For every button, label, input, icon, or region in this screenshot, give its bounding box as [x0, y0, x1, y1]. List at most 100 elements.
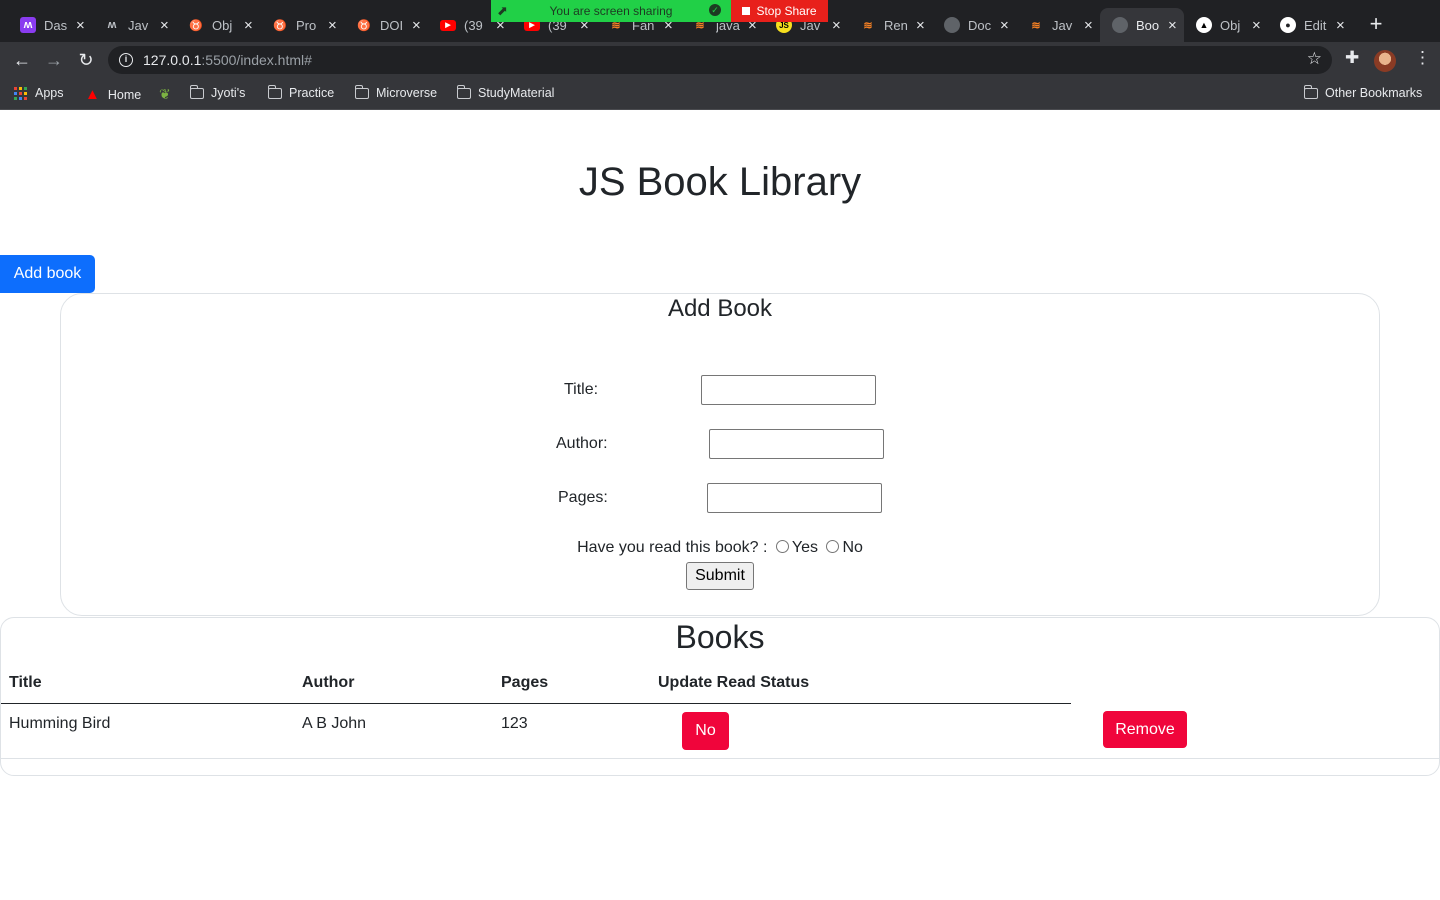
bookmark-folder-microverse[interactable]: Microverse	[354, 84, 438, 100]
bookmark-label: Home	[107, 87, 142, 102]
stop-icon	[742, 7, 751, 15]
bookmark-label: Jyoti's	[211, 86, 246, 100]
tab-objects-2[interactable]: ▲ Obj ×	[1184, 8, 1268, 42]
tab-javascript[interactable]: ʍ Jav ×	[92, 8, 176, 42]
fox-icon: ♉	[273, 19, 287, 32]
tab-label: Jav	[1052, 17, 1073, 33]
graduation-cap-icon: ▲	[1196, 17, 1212, 33]
tab-dom[interactable]: ♉ DOI ×	[344, 8, 428, 42]
tab-book-library[interactable]: Boo ×	[1100, 8, 1184, 42]
url-text[interactable]: 127.0.0.1:5500/index.html#	[143, 52, 312, 68]
share-arrow-icon: ⬈	[497, 3, 508, 18]
read-no-radio[interactable]	[826, 540, 840, 553]
adobe-icon: ▲	[85, 86, 100, 103]
author-input[interactable]	[709, 429, 884, 459]
menu-kebab-icon[interactable]: ⋮	[1414, 48, 1431, 68]
youtube-icon: ▶	[440, 19, 456, 31]
tab-label: Boo	[1136, 17, 1160, 33]
stop-share-button[interactable]: Stop Share	[731, 0, 828, 22]
site-info-icon[interactable]: i	[119, 53, 133, 67]
fox-icon: ♉	[189, 19, 203, 32]
add-book-button[interactable]: Add book	[0, 255, 95, 293]
cell-title: Humming Bird	[9, 715, 111, 732]
folder-icon	[267, 84, 282, 99]
tab-stackoverflow-3[interactable]: ≋ Ren ×	[848, 8, 932, 42]
close-icon[interactable]: ×	[1084, 17, 1093, 34]
tab-label: Das	[44, 17, 68, 33]
cell-pages: 123	[501, 715, 528, 732]
url-path: :5500/index.html#	[201, 52, 312, 68]
shield-icon: ✓	[709, 4, 721, 16]
read-yes-radio[interactable]	[775, 540, 789, 553]
m-logo-icon: ʍ	[107, 19, 117, 31]
bookmark-home[interactable]: ▲ Home	[85, 86, 141, 103]
toggle-read-status-button[interactable]: No	[682, 712, 729, 750]
close-icon[interactable]: ×	[1168, 17, 1177, 34]
books-heading: Books	[675, 619, 765, 655]
tab-prototypes[interactable]: ♉ Pro ×	[260, 8, 344, 42]
close-icon[interactable]: ×	[244, 17, 253, 34]
tab-github[interactable]: ● Edit ×	[1268, 8, 1352, 42]
globe-icon	[944, 17, 960, 33]
author-label: Author:	[556, 435, 608, 452]
extensions-puzzle-icon[interactable]: ✚	[1345, 48, 1359, 68]
bookmark-leaf[interactable]: ❦	[159, 86, 171, 103]
sharing-indicator: ⬈ You are screen sharing ✓	[491, 0, 731, 22]
folder-icon	[189, 84, 204, 99]
tab-label: Doc	[968, 17, 992, 33]
bookmark-folder-jyotis[interactable]: Jyoti's	[189, 84, 246, 100]
close-icon[interactable]: ×	[832, 17, 841, 34]
remove-book-button[interactable]: Remove	[1103, 711, 1187, 748]
tab-label: Edit	[1304, 17, 1327, 33]
tab-label: Obj	[212, 17, 233, 33]
tab-label: Ren	[884, 17, 908, 33]
title-label: Title:	[564, 381, 599, 398]
bookmark-folder-studymaterial[interactable]: StudyMaterial	[456, 84, 554, 100]
bookmark-other-bookmarks[interactable]: Other Bookmarks	[1303, 84, 1422, 100]
github-icon: ●	[1280, 17, 1296, 33]
tab-document[interactable]: Doc ×	[932, 8, 1016, 42]
screen-share-banner: ⬈ You are screen sharing ✓ Stop Share	[491, 0, 828, 22]
close-icon[interactable]: ×	[328, 17, 337, 34]
bookmark-star-icon[interactable]: ☆	[1307, 49, 1322, 69]
bookmark-label: Microverse	[376, 86, 438, 100]
bookmark-label: Practice	[289, 86, 335, 100]
close-icon[interactable]: ×	[412, 17, 421, 34]
globe-icon	[1112, 17, 1128, 33]
browser-toolbar: ← → ↻ i 127.0.0.1:5500/index.html# ☆ ✚ ⋮	[0, 42, 1440, 78]
stop-share-label: Stop Share	[756, 4, 817, 18]
close-icon[interactable]: ×	[76, 17, 85, 34]
title-input[interactable]	[701, 375, 876, 405]
tab-label: Obj	[1220, 17, 1241, 33]
close-icon[interactable]: ×	[916, 17, 925, 34]
back-arrow-icon[interactable]: ←	[9, 47, 35, 73]
new-tab-button[interactable]: +	[1364, 12, 1388, 36]
tab-objects[interactable]: ♉ Obj ×	[176, 8, 260, 42]
column-header-read-status: Update Read Status	[658, 674, 810, 691]
folder-icon	[354, 84, 369, 99]
close-icon[interactable]: ×	[160, 17, 169, 34]
tab-label: Pro	[296, 17, 317, 33]
forward-arrow-icon[interactable]: →	[41, 47, 67, 73]
profile-avatar[interactable]	[1374, 50, 1396, 72]
pages-input[interactable]	[707, 483, 882, 513]
reload-icon[interactable]: ↻	[73, 47, 99, 73]
submit-button[interactable]: Submit	[686, 562, 754, 590]
close-icon[interactable]: ×	[1252, 17, 1261, 34]
bookmark-apps[interactable]: Apps	[14, 86, 64, 100]
stackoverflow-icon: ≋	[1031, 19, 1041, 32]
sharing-text: You are screen sharing	[549, 4, 673, 18]
close-icon[interactable]: ×	[1336, 17, 1345, 34]
pages-label: Pages:	[558, 489, 608, 506]
bookmark-folder-practice[interactable]: Practice	[267, 84, 335, 100]
column-header-pages: Pages	[501, 674, 549, 691]
url-host: 127.0.0.1	[143, 52, 202, 68]
read-no-label[interactable]: No	[842, 539, 862, 556]
tab-stackoverflow-4[interactable]: ≋ Jav ×	[1016, 8, 1100, 42]
address-bar[interactable]: i 127.0.0.1:5500/index.html# ☆	[108, 46, 1332, 74]
fox-icon: ♉	[357, 19, 371, 32]
close-icon[interactable]: ×	[1000, 17, 1009, 34]
tab-dashboard[interactable]: ʍ Das ×	[8, 8, 92, 42]
read-yes-label[interactable]: Yes	[792, 539, 818, 556]
cell-author: A B John	[302, 715, 367, 732]
